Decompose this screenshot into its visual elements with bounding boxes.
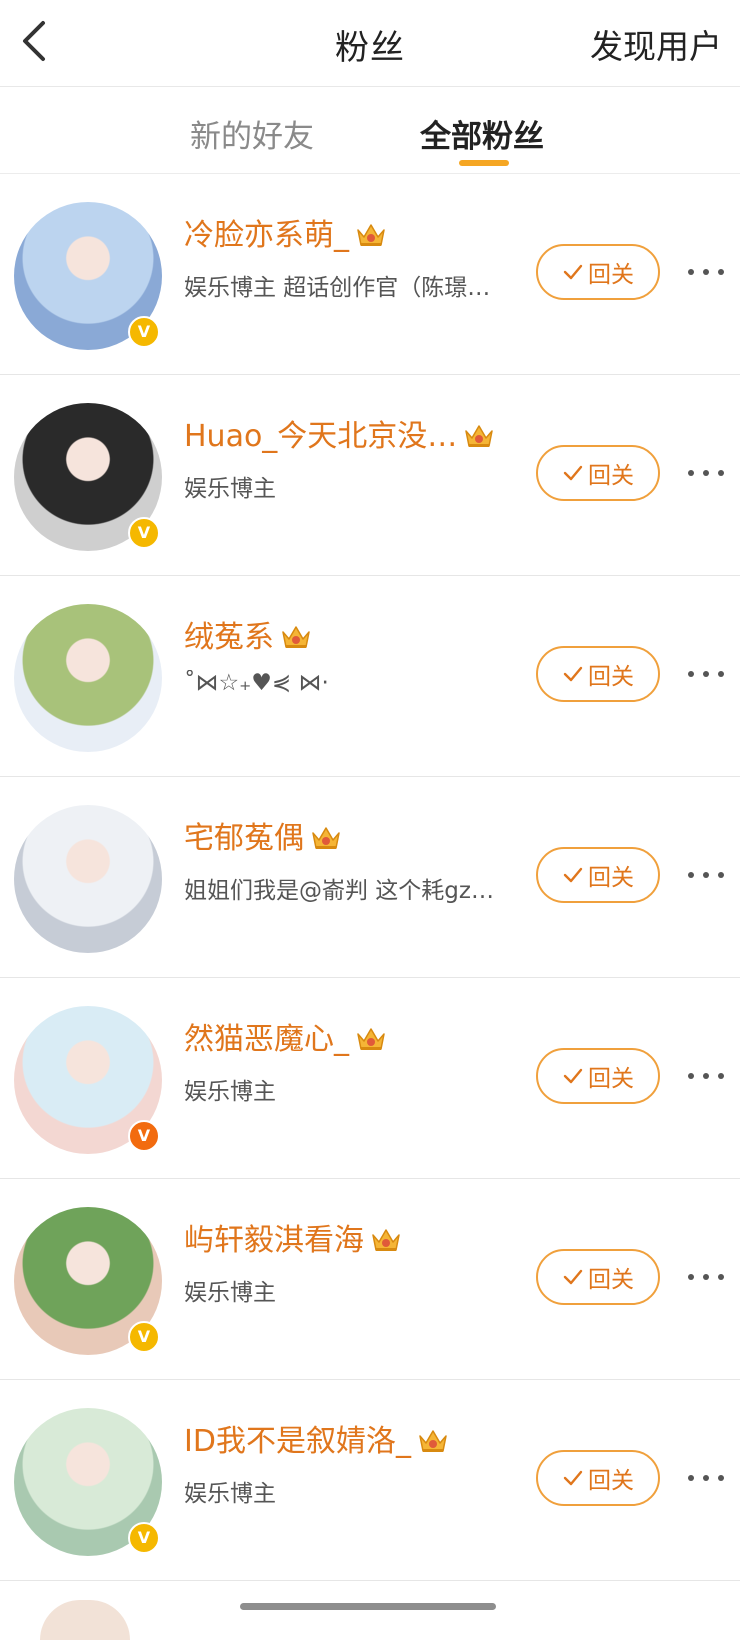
check-icon — [562, 865, 584, 885]
fan-name[interactable]: 然猫恶魔心_ — [184, 1014, 387, 1061]
check-icon — [562, 463, 584, 483]
follow-back-button[interactable]: 回关 — [536, 1450, 660, 1506]
crown-icon — [417, 1427, 449, 1463]
more-options-icon[interactable] — [688, 1263, 724, 1291]
fan-name[interactable]: Huao_今天北京没… — [184, 411, 495, 458]
check-icon — [562, 1468, 584, 1488]
verified-badge-icon: V — [128, 517, 160, 549]
verified-badge-icon: V — [128, 1321, 160, 1353]
verified-badge-icon: V — [128, 1522, 160, 1554]
follow-back-label: 回关 — [588, 262, 634, 288]
more-options-icon[interactable] — [688, 861, 724, 889]
fan-row[interactable]: V ID我不是叙婧洛_ 娱乐博主 回关 — [0, 1380, 740, 1581]
fan-description: 娱乐博主 — [184, 1079, 276, 1105]
fan-list: V 冷脸亦系萌_ 娱乐博主 超话创作官（陈璟… 回关 V Huao_今天北京没… 娱乐博… — [0, 174, 740, 1581]
follow-back-button[interactable]: 回关 — [536, 646, 660, 702]
tab-all-fans[interactable]: 全部粉丝 — [420, 111, 544, 156]
fan-name-text: Huao_今天北京没… — [184, 419, 458, 454]
fan-row[interactable]: 宅郁菟偶 姐姐们我是@嵛判 这个耗gz… 回关 — [0, 777, 740, 978]
follow-back-label: 回关 — [588, 463, 634, 489]
fan-row[interactable]: 绒菟系 ˚⋈☆₊♥⋞ ⋈· 回关 — [0, 576, 740, 777]
home-indicator — [240, 1603, 496, 1610]
navigation-bar: 粉丝 发现用户 — [0, 0, 740, 87]
fan-name[interactable]: 宅郁菟偶 — [184, 813, 342, 860]
more-options-icon[interactable] — [688, 660, 724, 688]
crown-icon — [463, 422, 495, 458]
tab-new-friends[interactable]: 新的好友 — [190, 111, 314, 156]
crown-icon — [370, 1226, 402, 1262]
more-options-icon[interactable] — [688, 1062, 724, 1090]
crown-icon — [355, 221, 387, 257]
check-icon — [562, 262, 584, 282]
verified-badge-icon: V — [128, 316, 160, 348]
check-icon — [562, 664, 584, 684]
tab-bar: 新的好友 全部粉丝 — [0, 87, 740, 174]
follow-back-button[interactable]: 回关 — [536, 1249, 660, 1305]
follow-back-label: 回关 — [588, 865, 634, 891]
fan-row[interactable]: V Huao_今天北京没… 娱乐博主 回关 — [0, 375, 740, 576]
avatar — [40, 1600, 130, 1640]
more-options-icon[interactable] — [688, 1464, 724, 1492]
follow-back-label: 回关 — [588, 1267, 634, 1293]
fan-row[interactable]: V 然猫恶魔心_ 娱乐博主 回关 — [0, 978, 740, 1179]
more-options-icon[interactable] — [688, 258, 724, 286]
fan-name-text: 绒菟系 — [184, 620, 274, 655]
more-options-icon[interactable] — [688, 459, 724, 487]
fan-description: ˚⋈☆₊♥⋞ ⋈· — [184, 670, 329, 696]
fan-name-text: 宅郁菟偶 — [184, 821, 304, 856]
follow-back-button[interactable]: 回关 — [536, 847, 660, 903]
crown-icon — [355, 1025, 387, 1061]
active-tab-indicator — [459, 160, 509, 166]
fan-description: 娱乐博主 — [184, 1481, 276, 1507]
fan-name[interactable]: 冷脸亦系萌_ — [184, 210, 387, 257]
fan-name[interactable]: ID我不是叙婧洛_ — [184, 1416, 449, 1463]
crown-icon — [280, 623, 312, 659]
crown-icon — [310, 824, 342, 860]
follow-back-button[interactable]: 回关 — [536, 445, 660, 501]
fan-row[interactable]: V 冷脸亦系萌_ 娱乐博主 超话创作官（陈璟… 回关 — [0, 174, 740, 375]
avatar[interactable] — [14, 805, 162, 953]
discover-users-button[interactable]: 发现用户 — [590, 20, 722, 68]
fan-description: 娱乐博主 超话创作官（陈璟… — [184, 275, 491, 301]
follow-back-label: 回关 — [588, 664, 634, 690]
follow-back-button[interactable]: 回关 — [536, 1048, 660, 1104]
fan-name-text: ID我不是叙婧洛_ — [184, 1424, 411, 1459]
avatar[interactable] — [14, 604, 162, 752]
fan-name-text: 冷脸亦系萌_ — [184, 218, 349, 253]
fan-description: 姐姐们我是@嵛判 这个耗gz… — [184, 878, 494, 904]
follow-back-button[interactable]: 回关 — [536, 244, 660, 300]
check-icon — [562, 1066, 584, 1086]
fan-name-text: 然猫恶魔心_ — [184, 1022, 349, 1057]
fan-description: 娱乐博主 — [184, 1280, 276, 1306]
follow-back-label: 回关 — [588, 1066, 634, 1092]
fan-name[interactable]: 绒菟系 — [184, 612, 312, 659]
fan-description: 娱乐博主 — [184, 476, 276, 502]
verified-badge-icon: V — [128, 1120, 160, 1152]
fan-name[interactable]: 屿轩毅淇看海 — [184, 1215, 402, 1262]
fan-row[interactable]: V 屿轩毅淇看海 娱乐博主 回关 — [0, 1179, 740, 1380]
follow-back-label: 回关 — [588, 1468, 634, 1494]
check-icon — [562, 1267, 584, 1287]
fan-name-text: 屿轩毅淇看海 — [184, 1223, 364, 1258]
